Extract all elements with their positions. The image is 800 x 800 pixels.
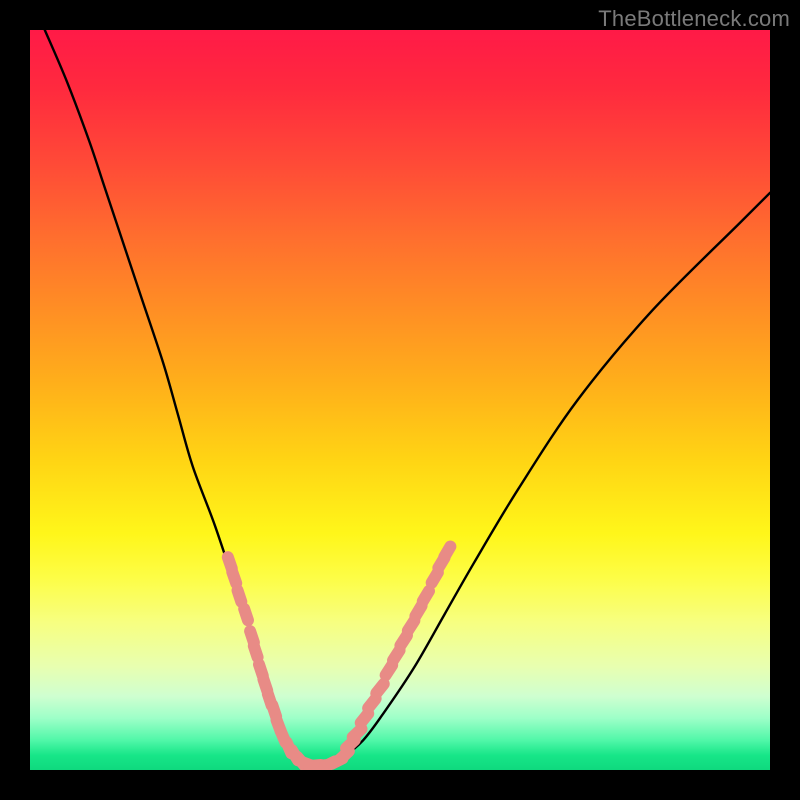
plot-area: [30, 30, 770, 770]
chart-stage: TheBottleneck.com: [0, 0, 800, 800]
curve-marker: [237, 601, 256, 628]
bottleneck-curve: [45, 30, 770, 767]
watermark-text: TheBottleneck.com: [598, 6, 790, 32]
chart-svg: [30, 30, 770, 770]
